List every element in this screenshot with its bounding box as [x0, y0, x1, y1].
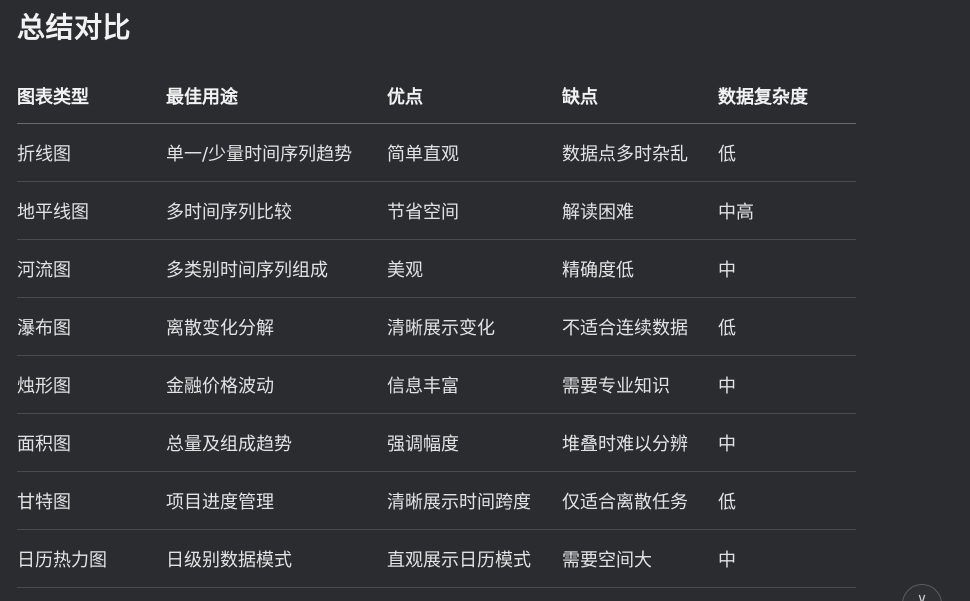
- table-row: 地平线图 多时间序列比较 节省空间 解读困难 中高: [17, 181, 856, 240]
- table-body: 折线图 单一/少量时间序列趋势 简单直观 数据点多时杂乱 低 地平线图 多时间序…: [17, 123, 856, 588]
- comparison-table: 图表类型 最佳用途 优点 缺点 数据复杂度 折线图 单一/少量时间序列趋势 简单…: [17, 68, 856, 588]
- cell-chart-type: 折线图: [17, 123, 166, 182]
- cell-cons: 精确度低: [562, 239, 718, 298]
- cell-best-use: 总量及组成趋势: [166, 413, 387, 472]
- cell-pros: 清晰展示时间跨度: [387, 471, 562, 530]
- table-header-row: 图表类型 最佳用途 优点 缺点 数据复杂度: [17, 68, 856, 124]
- header-pros: 优点: [387, 68, 562, 124]
- cell-chart-type: 甘特图: [17, 471, 166, 530]
- cell-best-use: 多时间序列比较: [166, 181, 387, 240]
- cell-pros: 直观展示日历模式: [387, 529, 562, 588]
- table-row: 日历热力图 日级别数据模式 直观展示日历模式 需要空间大 中: [17, 529, 856, 588]
- scroll-down-button[interactable]: ∨: [902, 584, 942, 601]
- cell-complexity: 低: [718, 471, 856, 530]
- cell-chart-type: 面积图: [17, 413, 166, 472]
- cell-best-use: 离散变化分解: [166, 297, 387, 356]
- cell-best-use: 金融价格波动: [166, 355, 387, 414]
- cell-best-use: 多类别时间序列组成: [166, 239, 387, 298]
- cell-chart-type: 烛形图: [17, 355, 166, 414]
- cell-chart-type: 河流图: [17, 239, 166, 298]
- cell-best-use: 项目进度管理: [166, 471, 387, 530]
- cell-cons: 解读困难: [562, 181, 718, 240]
- cell-pros: 美观: [387, 239, 562, 298]
- cell-cons: 需要空间大: [562, 529, 718, 588]
- cell-complexity: 中高: [718, 181, 856, 240]
- cell-pros: 强调幅度: [387, 413, 562, 472]
- table-row: 甘特图 项目进度管理 清晰展示时间跨度 仅适合离散任务 低: [17, 471, 856, 530]
- cell-cons: 堆叠时难以分辨: [562, 413, 718, 472]
- cell-complexity: 中: [718, 529, 856, 588]
- table-row: 烛形图 金融价格波动 信息丰富 需要专业知识 中: [17, 355, 856, 414]
- cell-pros: 信息丰富: [387, 355, 562, 414]
- cell-complexity: 中: [718, 355, 856, 414]
- header-chart-type: 图表类型: [17, 68, 166, 124]
- cell-pros: 节省空间: [387, 181, 562, 240]
- cell-complexity: 低: [718, 297, 856, 356]
- table-row: 面积图 总量及组成趋势 强调幅度 堆叠时难以分辨 中: [17, 413, 856, 472]
- cell-chart-type: 日历热力图: [17, 529, 166, 588]
- cell-complexity: 中: [718, 413, 856, 472]
- cell-cons: 数据点多时杂乱: [562, 123, 718, 182]
- page: 总结对比 图表类型 最佳用途 优点 缺点 数据复杂度 折线图 单一/少量时间序列…: [0, 0, 970, 601]
- header-complexity: 数据复杂度: [718, 68, 856, 124]
- cell-chart-type: 瀑布图: [17, 297, 166, 356]
- header-best-use: 最佳用途: [166, 68, 387, 124]
- cell-chart-type: 地平线图: [17, 181, 166, 240]
- table-row: 瀑布图 离散变化分解 清晰展示变化 不适合连续数据 低: [17, 297, 856, 356]
- cell-best-use: 日级别数据模式: [166, 529, 387, 588]
- header-cons: 缺点: [562, 68, 718, 124]
- cell-complexity: 低: [718, 123, 856, 182]
- cell-complexity: 中: [718, 239, 856, 298]
- table-row: 折线图 单一/少量时间序列趋势 简单直观 数据点多时杂乱 低: [17, 123, 856, 182]
- page-title: 总结对比: [17, 11, 132, 44]
- cell-cons: 仅适合离散任务: [562, 471, 718, 530]
- cell-pros: 简单直观: [387, 123, 562, 182]
- cell-pros: 清晰展示变化: [387, 297, 562, 356]
- cell-best-use: 单一/少量时间序列趋势: [166, 123, 387, 182]
- chevron-down-icon: ∨: [916, 591, 928, 601]
- table-row: 河流图 多类别时间序列组成 美观 精确度低 中: [17, 239, 856, 298]
- cell-cons: 需要专业知识: [562, 355, 718, 414]
- cell-cons: 不适合连续数据: [562, 297, 718, 356]
